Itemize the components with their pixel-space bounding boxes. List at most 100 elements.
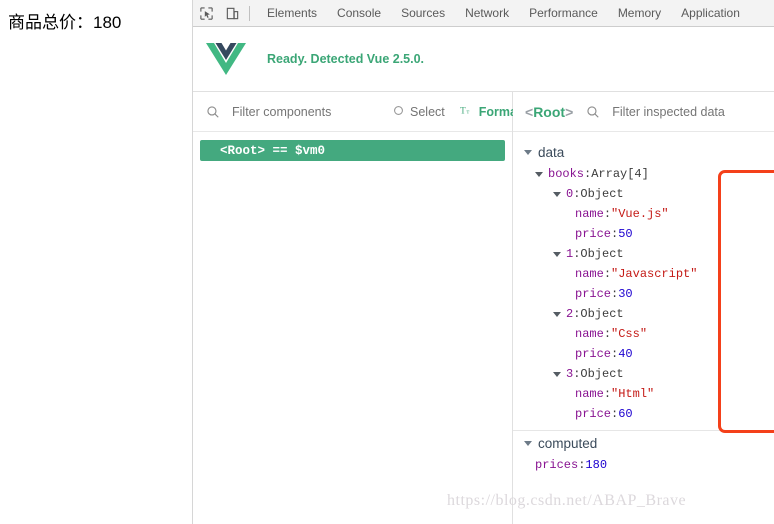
tree-row-key: books — [548, 167, 585, 181]
target-circle-icon — [393, 105, 404, 119]
select-component-button[interactable]: Select — [393, 105, 445, 119]
tree-row-value: "Javascript" — [611, 267, 698, 281]
tree-row-separator: : — [603, 267, 612, 281]
component-tree: <Root> == $vm0 — [193, 132, 512, 161]
tree-row[interactable]: books: Array[4] — [513, 164, 774, 184]
watermark-text: https://blog.csdn.net/ABAP_Brave — [447, 492, 687, 509]
search-icon — [586, 105, 600, 119]
tab-performance[interactable]: Performance — [519, 0, 608, 26]
vue-logo-icon — [206, 41, 246, 77]
tree-row-separator: : — [584, 167, 592, 181]
tree-row[interactable]: 1: Object — [513, 244, 774, 264]
caret-down-icon[interactable] — [553, 251, 561, 257]
search-icon — [206, 105, 220, 119]
select-button-label: Select — [410, 104, 445, 119]
tree-row[interactable]: 2: Object — [513, 304, 774, 324]
tab-network[interactable]: Network — [455, 0, 519, 26]
devtools-tabstrip: Elements Console Sources Network Perform… — [193, 0, 774, 27]
data-section-rows: books: Array[4] 0: Object name: "Vue.js" pr… — [513, 164, 774, 424]
vue-devtools-banner: Ready. Detected Vue 2.5.0. — [193, 27, 774, 92]
tree-row[interactable]: price: 30 — [513, 284, 774, 304]
tree-row[interactable]: name: "Html" — [513, 384, 774, 404]
tab-memory[interactable]: Memory — [608, 0, 671, 26]
tree-row-separator: : — [578, 458, 586, 472]
tree-row-value: Object — [580, 187, 624, 201]
inspector-data-tree: data books: Array[4] 0: Object name: "Vue.… — [513, 132, 774, 475]
tree-row[interactable]: 0: Object — [513, 184, 774, 204]
tree-row-key: price — [575, 287, 612, 301]
section-label: computed — [538, 435, 598, 451]
section-header-data[interactable]: data — [513, 140, 774, 164]
format-toggle-button[interactable]: T т Format — [460, 105, 521, 119]
tree-row[interactable]: price: 50 — [513, 224, 774, 244]
caret-down-icon[interactable] — [553, 311, 561, 317]
tree-row-key: price — [575, 407, 612, 421]
tree-row-separator: : — [573, 247, 581, 261]
filter-components-input[interactable] — [232, 104, 393, 119]
text-format-icon: T т — [460, 105, 473, 119]
tree-row-value: 30 — [618, 287, 633, 301]
caret-down-icon[interactable] — [535, 171, 543, 177]
device-toolbar-icon[interactable] — [219, 0, 245, 26]
browser-page-area: 商品总价：180 — [0, 0, 193, 524]
tabstrip-divider — [249, 5, 250, 21]
tag-name: Root — [533, 103, 566, 120]
tree-row-key: 1 — [566, 247, 574, 261]
tree-row-value: 60 — [618, 407, 633, 421]
caret-down-icon[interactable] — [553, 191, 561, 197]
tree-row-value: Object — [580, 367, 624, 381]
inspect-cursor-icon[interactable] — [193, 0, 219, 26]
components-toolbar: Select T т Format — [193, 92, 521, 132]
component-tree-row-root[interactable]: <Root> == $vm0 — [200, 140, 505, 161]
components-pane: Select T т Format <Root> == $vm0 — [193, 92, 521, 524]
inspected-component-tag: <Root> — [525, 104, 573, 120]
tab-elements[interactable]: Elements — [257, 0, 327, 26]
tree-row[interactable]: name: "Css" — [513, 324, 774, 344]
inspector-pane: <Root> data — [513, 92, 774, 524]
tab-application[interactable]: Application — [671, 0, 750, 26]
tree-row-separator: : — [611, 347, 619, 361]
tree-row-separator: : — [573, 187, 581, 201]
tree-row-separator: : — [603, 327, 612, 341]
tree-row-key: price — [575, 347, 612, 361]
devtools-window: Elements Console Sources Network Perform… — [193, 0, 774, 524]
tree-row[interactable]: price: 40 — [513, 344, 774, 364]
tree-row-value: 40 — [618, 347, 633, 361]
caret-down-icon — [524, 440, 532, 446]
tab-console[interactable]: Console — [327, 0, 391, 26]
svg-text:т: т — [466, 108, 469, 115]
tree-row-value: Array[4] — [591, 167, 649, 181]
tree-row-separator: : — [573, 367, 581, 381]
tree-row-separator: : — [603, 387, 612, 401]
tree-row-separator: : — [611, 227, 619, 241]
tree-row-value: 50 — [618, 227, 633, 241]
tree-row-separator: : — [573, 307, 581, 321]
tab-sources[interactable]: Sources — [391, 0, 455, 26]
tree-row-key: prices — [535, 458, 579, 472]
tree-row-value: 180 — [585, 458, 608, 472]
tree-row-key: price — [575, 227, 612, 241]
vue-status-message: Ready. Detected Vue 2.5.0. — [267, 52, 425, 66]
tree-row-key: 2 — [566, 307, 574, 321]
caret-down-icon — [524, 149, 532, 155]
tree-row-value: Object — [580, 307, 624, 321]
section-label: data — [538, 144, 565, 160]
tree-row-key: 0 — [566, 187, 574, 201]
tree-row-separator: : — [611, 407, 619, 421]
caret-down-icon[interactable] — [553, 371, 561, 377]
tree-row-key: name — [575, 327, 604, 341]
tree-row-separator: : — [611, 287, 619, 301]
tree-row[interactable]: prices: 180 — [513, 455, 774, 475]
tree-row-separator: : — [603, 207, 612, 221]
tree-row-key: name — [575, 387, 604, 401]
tree-row[interactable]: 3: Object — [513, 364, 774, 384]
filter-inspected-data-input[interactable] — [612, 104, 774, 119]
computed-section-rows: prices: 180 — [513, 455, 774, 475]
tree-row[interactable]: name: "Vue.js" — [513, 204, 774, 224]
tree-row-value: "Vue.js" — [611, 207, 669, 221]
tree-row[interactable]: price: 60 — [513, 404, 774, 424]
section-header-computed[interactable]: computed — [513, 431, 774, 455]
tree-row[interactable]: name: "Javascript" — [513, 264, 774, 284]
tag-close-bracket: > — [565, 103, 574, 120]
tree-row-value: "Html" — [611, 387, 655, 401]
